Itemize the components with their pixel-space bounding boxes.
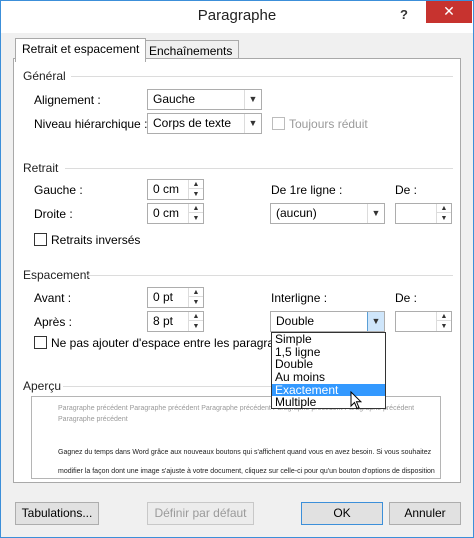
indent-left-value: 0 cm — [153, 182, 180, 196]
chevron-down-icon: ▼ — [367, 204, 384, 223]
spacing-after-value: 8 pt — [153, 314, 174, 328]
chevron-down-icon: ▼ — [244, 90, 261, 109]
spin-up-icon[interactable]: ▲ — [189, 288, 203, 297]
spacing-before-label: Avant : — [34, 291, 72, 305]
spacing-before-spinner[interactable]: 0 pt ▲ ▼ — [147, 287, 204, 308]
spin-down-icon[interactable]: ▼ — [189, 298, 203, 307]
tabs-button[interactable]: Tabulations... — [15, 502, 99, 525]
section-divider — [71, 76, 453, 77]
spin-up-icon[interactable]: ▲ — [437, 312, 451, 321]
outline-level-value: Corps de texte — [153, 116, 232, 130]
spin-up-icon[interactable]: ▲ — [189, 312, 203, 321]
section-preview-label: Aperçu — [23, 379, 62, 393]
outline-level-select[interactable]: Corps de texte ▼ — [147, 113, 262, 134]
ok-button[interactable]: OK — [301, 502, 383, 525]
spin-up-icon[interactable]: ▲ — [189, 204, 203, 213]
mirror-indents-checkbox[interactable] — [34, 233, 47, 246]
spin-down-icon[interactable]: ▼ — [189, 214, 203, 223]
indent-left-label: Gauche : — [34, 183, 83, 197]
outline-level-label: Niveau hiérarchique : — [34, 117, 148, 131]
paragraph-dialog: Paragraphe ? ✕ Retrait et espacement Enc… — [0, 0, 474, 538]
special-indent-value: (aucun) — [276, 206, 317, 220]
section-divider — [65, 168, 453, 169]
section-general-label: Général — [23, 69, 66, 83]
close-button[interactable]: ✕ — [426, 1, 472, 23]
spin-up-icon[interactable]: ▲ — [437, 204, 451, 213]
alignment-select[interactable]: Gauche ▼ — [147, 89, 262, 110]
indent-by-spinner[interactable]: ▲ ▼ — [395, 203, 452, 224]
mouse-cursor-icon — [350, 391, 362, 410]
indent-by-label: De : — [395, 183, 418, 197]
line-spacing-option[interactable]: Multiple — [272, 396, 385, 409]
preview-sample-text: Gagnez du temps dans Word grâce aux nouv… — [58, 449, 435, 475]
spin-down-icon[interactable]: ▼ — [437, 214, 451, 223]
line-spacing-select[interactable]: Double ▼ — [270, 311, 385, 332]
spin-down-icon[interactable]: ▼ — [189, 322, 203, 331]
tab-indent-spacing[interactable]: Retrait et espacement — [15, 38, 147, 62]
spacing-after-spinner[interactable]: 8 pt ▲ ▼ — [147, 311, 204, 332]
alignment-value: Gauche — [153, 92, 196, 106]
indent-right-spinner[interactable]: 0 cm ▲ ▼ — [147, 203, 204, 224]
section-spacing-label: Espacement — [23, 268, 90, 282]
line-spacing-dropdown-list: Simple 1,5 ligne Double Au moins Exactem… — [271, 332, 386, 409]
help-button[interactable]: ? — [393, 4, 415, 26]
close-icon: ✕ — [443, 3, 455, 19]
special-indent-select[interactable]: (aucun) ▼ — [270, 203, 385, 224]
alignment-label: Alignement : — [34, 93, 101, 107]
collapsed-label: Toujours réduit — [289, 117, 368, 131]
cancel-button[interactable]: Annuler — [389, 502, 461, 525]
indent-right-value: 0 cm — [153, 206, 180, 220]
set-default-button[interactable]: Définir par défaut — [147, 502, 254, 525]
line-spacing-option[interactable]: Simple — [272, 333, 385, 346]
line-spacing-value: Double — [276, 314, 315, 328]
no-space-same-style-checkbox[interactable] — [34, 336, 47, 349]
line-spacing-label: Interligne : — [271, 291, 328, 305]
mirror-indents-label: Retraits inversés — [51, 233, 141, 247]
line-spacing-option[interactable]: Au moins — [272, 371, 385, 384]
line-spacing-at-spinner[interactable]: ▲ ▼ — [395, 311, 452, 332]
collapsed-checkbox[interactable] — [272, 117, 285, 130]
spin-down-icon[interactable]: ▼ — [189, 190, 203, 199]
chevron-down-icon: ▼ — [244, 114, 261, 133]
title-bar: Paragraphe ? ✕ — [1, 1, 473, 33]
spin-down-icon[interactable]: ▼ — [437, 322, 451, 331]
spacing-after-label: Après : — [34, 315, 73, 329]
section-indent-label: Retrait — [23, 161, 59, 175]
section-divider — [63, 386, 271, 387]
chevron-down-icon: ▼ — [367, 312, 384, 331]
spin-up-icon[interactable]: ▲ — [189, 180, 203, 189]
indent-right-label: Droite : — [34, 207, 73, 221]
indent-left-spinner[interactable]: 0 cm ▲ ▼ — [147, 179, 204, 200]
line-spacing-at-label: De : — [395, 291, 418, 305]
special-indent-label: De 1re ligne : — [271, 183, 343, 197]
section-divider — [87, 275, 453, 276]
spacing-before-value: 0 pt — [153, 290, 174, 304]
no-space-same-style-label: Ne pas ajouter d'espace entre les paragr… — [51, 336, 288, 350]
